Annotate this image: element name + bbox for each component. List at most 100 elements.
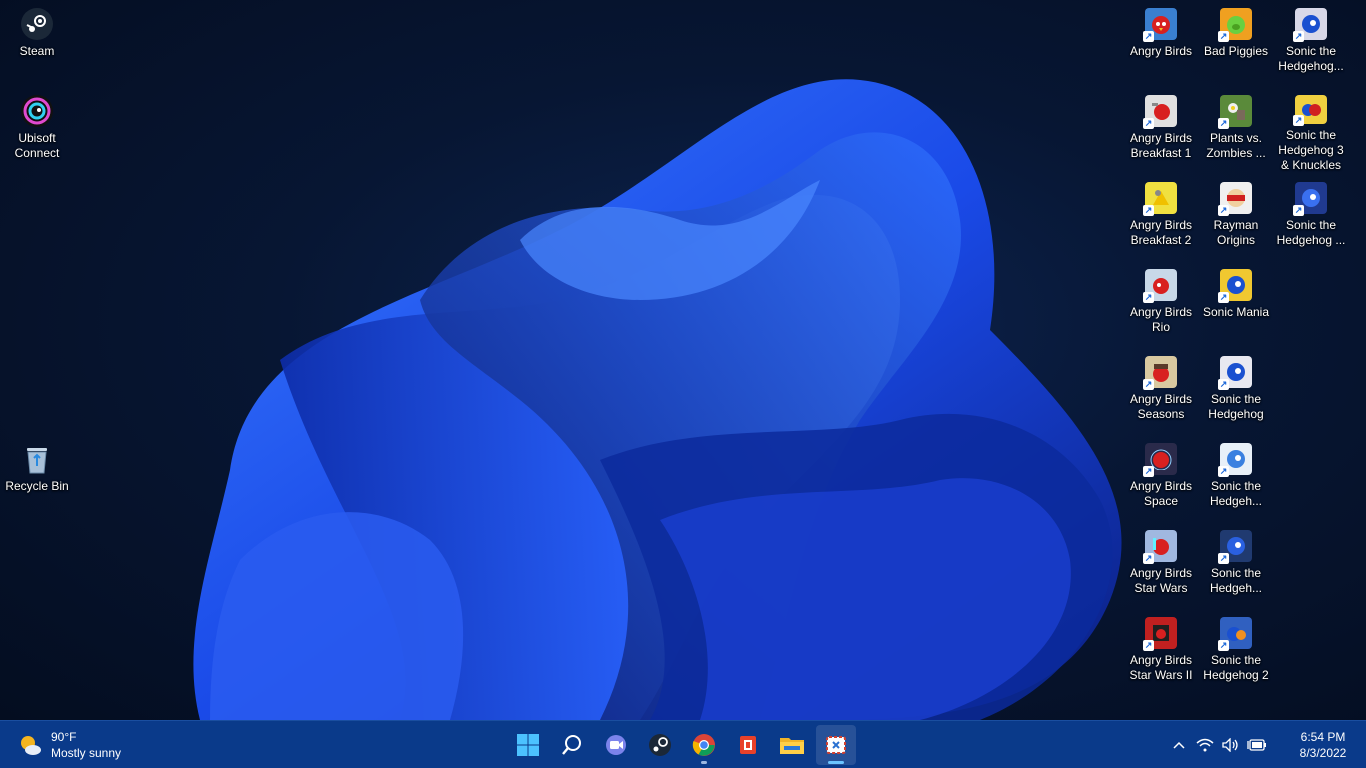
angry-birds-star-wars-2-icon: ↗	[1143, 617, 1177, 651]
start-button[interactable]	[508, 725, 548, 765]
weather-widget[interactable]: 90°F Mostly sunny	[18, 727, 121, 763]
desktop-icon-label: Angry Birds Breakfast 1	[1129, 131, 1193, 160]
desktop-icon-label: Sonic the Hedgehog 3 & Knuckles	[1278, 128, 1344, 172]
steam-taskbar-button[interactable]	[640, 725, 680, 765]
desktop-icon-label: Bad Piggies	[1203, 44, 1269, 58]
desktop-icon-label: Rayman Origins	[1213, 218, 1259, 247]
desktop-icon-label: Sonic the Hedgehog	[1208, 392, 1264, 421]
plants-vs-zombies-icon: ↗	[1218, 95, 1252, 129]
desktop-icon-label: Angry Birds	[1129, 44, 1193, 58]
desktop-icon-sonic-the-hedgehog-alt[interactable]: ↗ Sonic the Hedgehog ...	[1274, 176, 1348, 260]
wifi-icon	[1196, 738, 1214, 751]
desktop-icon-label: Recycle Bin	[5, 479, 69, 493]
show-hidden-icons-button[interactable]	[1166, 730, 1192, 760]
steam-icon	[649, 734, 671, 756]
desktop-icon-label: Angry Birds Rio	[1129, 305, 1193, 334]
desktop-icon-plants-vs-zombies[interactable]: ↗ Plants vs. Zombies ...	[1199, 89, 1273, 173]
desktop[interactable]: Steam Ubisoft Connect Recycle Bin ↗ Angr…	[0, 0, 1366, 720]
desktop-icon-sonic-the-hedgehog-cd[interactable]: ↗ Sonic the Hedgeh...	[1199, 524, 1273, 608]
sonic-icon: ↗	[1218, 356, 1252, 390]
desktop-icon-label: Angry Birds Space	[1129, 479, 1193, 508]
battery-charging-icon	[1247, 738, 1266, 751]
sonic-icon: ↗	[1293, 182, 1327, 216]
teams-chat-icon	[606, 735, 626, 755]
chat-button[interactable]	[596, 725, 636, 765]
desktop-icon-sonic-the-hedgehog-classic[interactable]: ↗ Sonic the Hedgehog	[1199, 350, 1273, 434]
desktop-icon-label: Angry Birds Seasons	[1129, 392, 1193, 421]
desktop-icon-sonic-3-knuckles[interactable]: ↗ Sonic the Hedgehog 3 & Knuckles	[1274, 89, 1348, 173]
snipping-tool-button[interactable]	[816, 725, 856, 765]
angry-birds-icon: ↗	[1143, 8, 1177, 42]
desktop-icon-label: Ubisoft Connect	[14, 131, 60, 160]
windows-logo-icon	[517, 734, 539, 756]
sonic-icon: ↗	[1218, 443, 1252, 477]
volume-button[interactable]	[1218, 730, 1244, 760]
desktop-icon-label: Sonic the Hedgehog 2	[1203, 653, 1269, 682]
clock-date: 8/3/2022	[1299, 745, 1347, 760]
search-icon	[562, 735, 581, 755]
angry-birds-breakfast-icon: ↗	[1143, 182, 1177, 216]
desktop-icon-steam[interactable]: Steam	[0, 2, 74, 86]
ubisoft-icon	[21, 95, 53, 127]
taskbar-apps	[508, 725, 860, 765]
desktop-icon-sonic-the-hedgehog-4[interactable]: ↗ Sonic the Hedgeh...	[1199, 437, 1273, 521]
angry-birds-star-wars-icon: ↗	[1143, 530, 1177, 564]
desktop-icon-sonic-mania[interactable]: ↗ Sonic Mania	[1199, 263, 1273, 347]
active-indicator	[828, 761, 844, 764]
desktop-icon-sonic-the-hedgehog[interactable]: ↗ Sonic the Hedgehog...	[1274, 2, 1348, 86]
running-indicator	[701, 761, 707, 764]
weather-temperature: 90°F	[51, 730, 77, 744]
chrome-icon	[692, 734, 715, 756]
angry-birds-space-icon: ↗	[1143, 443, 1177, 477]
angry-birds-rio-icon: ↗	[1143, 269, 1177, 303]
search-button[interactable]	[552, 725, 592, 765]
desktop-icon-angry-birds-space[interactable]: ↗ Angry Birds Space	[1124, 437, 1198, 521]
desktop-icon-rayman-origins[interactable]: ↗ Rayman Origins	[1199, 176, 1273, 260]
taskbar: 90°F Mostly sunny 6:54 PM 8/3/2022	[0, 720, 1366, 768]
rayman-icon: ↗	[1218, 182, 1252, 216]
recycle-bin-icon	[21, 443, 53, 475]
desktop-icon-label: Angry Birds Star Wars II	[1129, 653, 1193, 682]
desktop-icon-label: Plants vs. Zombies ...	[1206, 131, 1266, 160]
desktop-icon-angry-birds-seasons[interactable]: ↗ Angry Birds Seasons	[1124, 350, 1198, 434]
office-taskbar-button[interactable]	[728, 725, 768, 765]
network-button[interactable]	[1192, 730, 1218, 760]
chrome-taskbar-button[interactable]	[684, 725, 724, 765]
desktop-icon-angry-birds-star-wars[interactable]: ↗ Angry Birds Star Wars	[1124, 524, 1198, 608]
clock-time: 6:54 PM	[1300, 729, 1346, 744]
desktop-icon-sonic-the-hedgehog-2[interactable]: ↗ Sonic the Hedgehog 2	[1199, 611, 1273, 695]
bad-piggies-icon: ↗	[1218, 8, 1252, 42]
angry-birds-seasons-icon: ↗	[1143, 356, 1177, 390]
desktop-icon-angry-birds-breakfast-1[interactable]: ↗ Angry Birds Breakfast 1	[1124, 89, 1198, 173]
sonic-2-icon: ↗	[1218, 617, 1252, 651]
desktop-icon-recycle-bin[interactable]: Recycle Bin	[0, 437, 74, 521]
desktop-icon-label: Sonic Mania	[1202, 305, 1270, 319]
desktop-icon-angry-birds-rio[interactable]: ↗ Angry Birds Rio	[1124, 263, 1198, 347]
weather-condition: Mostly sunny	[51, 746, 122, 760]
desktop-icon-label: Sonic the Hedgehog...	[1278, 44, 1344, 73]
system-tray: 6:54 PM 8/3/2022	[1166, 721, 1366, 768]
sonic-icon: ↗	[1293, 8, 1327, 42]
desktop-icon-angry-birds[interactable]: ↗ Angry Birds	[1124, 2, 1198, 86]
desktop-icon-ubisoft-connect[interactable]: Ubisoft Connect	[0, 89, 74, 173]
sonic-3-icon: ↗	[1293, 95, 1327, 126]
speaker-icon	[1222, 737, 1238, 752]
desktop-icon-label: Sonic the Hedgeh...	[1209, 479, 1263, 508]
file-explorer-button[interactable]	[772, 725, 812, 765]
desktop-icon-angry-birds-breakfast-2[interactable]: ↗ Angry Birds Breakfast 2	[1124, 176, 1198, 260]
desktop-icon-angry-birds-star-wars-2[interactable]: ↗ Angry Birds Star Wars II	[1124, 611, 1198, 695]
chevron-up-icon	[1173, 741, 1185, 749]
sonic-icon: ↗	[1218, 530, 1252, 564]
battery-button[interactable]	[1244, 730, 1270, 760]
clock[interactable]: 6:54 PM 8/3/2022	[1280, 729, 1366, 761]
desktop-icon-label: Sonic the Hedgeh...	[1209, 566, 1263, 595]
sonic-mania-icon: ↗	[1218, 269, 1252, 303]
desktop-icon-bad-piggies[interactable]: ↗ Bad Piggies	[1199, 2, 1273, 86]
snipping-tool-icon	[826, 736, 846, 754]
office-icon	[740, 736, 756, 754]
desktop-icon-label: Angry Birds Breakfast 2	[1129, 218, 1193, 247]
desktop-icon-label: Steam	[19, 44, 55, 58]
folder-icon	[780, 738, 804, 754]
angry-birds-breakfast-icon: ↗	[1143, 95, 1177, 129]
weather-sunny-icon	[18, 733, 42, 757]
